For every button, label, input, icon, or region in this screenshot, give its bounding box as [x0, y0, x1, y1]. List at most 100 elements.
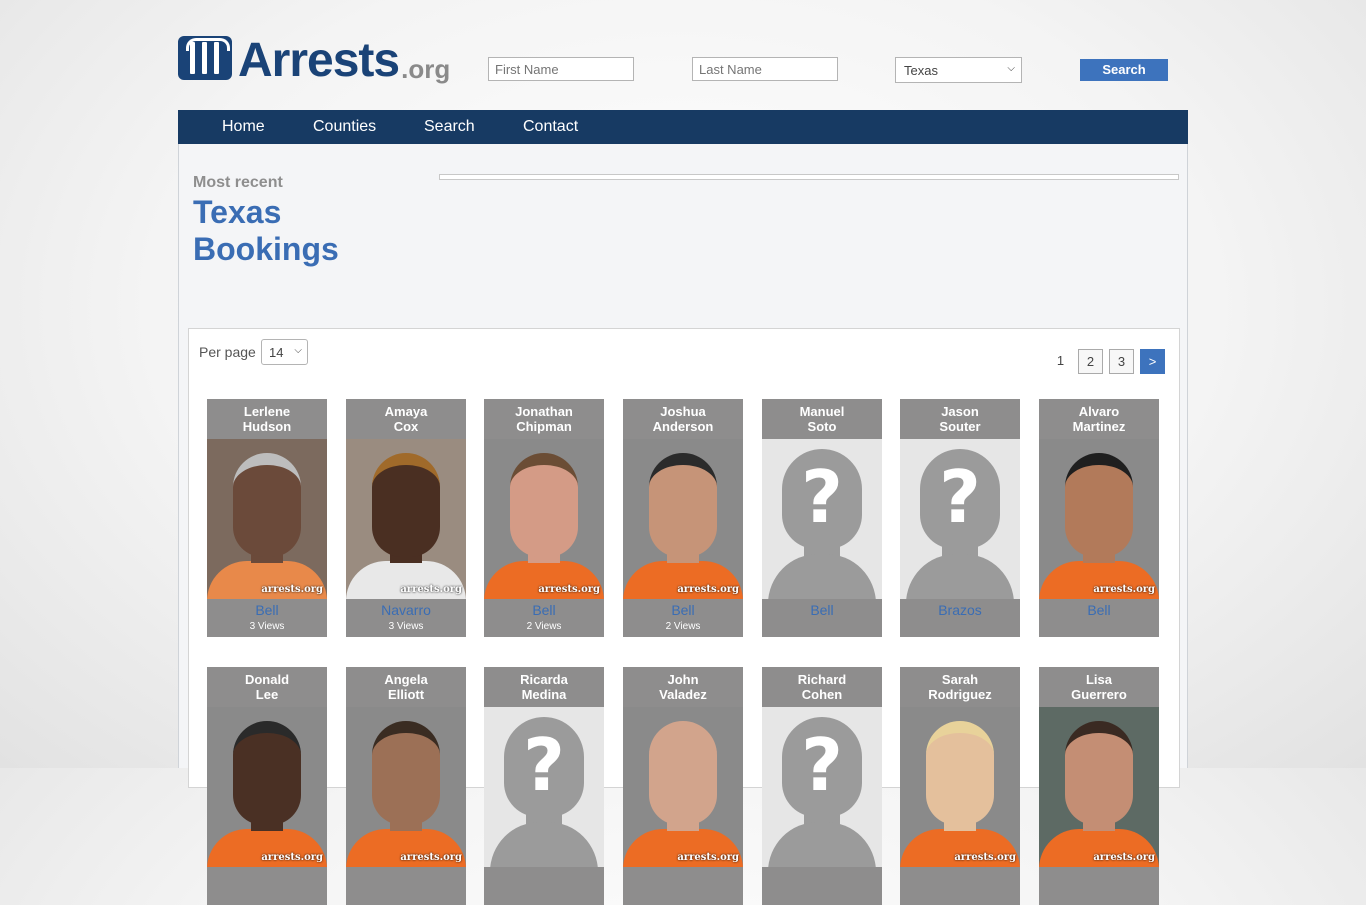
booking-last-name: Lee [255, 687, 279, 702]
booking-county-link[interactable]: Bell [484, 599, 604, 619]
logo-wordmark: Arrests [238, 34, 400, 87]
chevron-down-icon: ⌵ [294, 345, 302, 356]
booking-name[interactable]: Sarah Rodriguez [900, 667, 1020, 707]
booking-county-link[interactable]: Brazos [900, 599, 1020, 619]
booking-card[interactable]: Jason Souter? Brazos [900, 399, 1020, 637]
booking-card[interactable]: Richard Cohen? [762, 667, 882, 905]
booking-name[interactable]: Jason Souter [900, 399, 1020, 439]
page-link-2[interactable]: 2 [1078, 349, 1103, 374]
booking-card[interactable]: Lerlene Hudson arrests.org Bell 3 Views [207, 399, 327, 637]
booking-name[interactable]: Manuel Soto [762, 399, 882, 439]
booking-view-count: 2 Views [526, 621, 562, 632]
booking-county-link[interactable]: Bell [762, 599, 882, 619]
booking-name[interactable]: Angela Elliott [346, 667, 466, 707]
placeholder-silhouette-icon[interactable]: ? [900, 439, 1020, 599]
mugshot-face [510, 453, 578, 557]
mugshot-photo[interactable]: arrests.org [623, 707, 743, 867]
booking-first-name: Richard [797, 672, 847, 687]
booking-last-name: Anderson [652, 419, 714, 434]
main-nav: Home Counties Search Contact [178, 110, 1188, 144]
booking-card[interactable]: Angela Elliott arrests.org [346, 667, 466, 905]
mugshot-photo[interactable]: arrests.org [484, 439, 604, 599]
nav-counties[interactable]: Counties [313, 110, 376, 144]
booking-county-link[interactable]: Navarro [346, 599, 466, 619]
search-button[interactable]: Search [1080, 59, 1168, 81]
booking-county-link[interactable] [900, 867, 1020, 887]
silhouette-shape [490, 822, 598, 867]
booking-name[interactable]: Jonathan Chipman [484, 399, 604, 439]
booking-county-link[interactable] [484, 867, 604, 887]
booking-county-link[interactable] [207, 867, 327, 887]
state-select-value: Texas [904, 63, 938, 78]
booking-name[interactable]: Lerlene Hudson [207, 399, 327, 439]
silhouette-shape [768, 554, 876, 599]
booking-card[interactable]: Ricarda Medina? [484, 667, 604, 905]
booking-card[interactable]: Donald Lee arrests.org [207, 667, 327, 905]
site-logo[interactable]: Arrests .org [178, 34, 450, 87]
booking-first-name: Ricarda [520, 672, 568, 687]
per-page-select[interactable]: 14 ⌵ [261, 339, 308, 365]
mugshot-face [926, 721, 994, 825]
first-name-input[interactable] [488, 57, 634, 81]
booking-first-name: Jonathan [515, 404, 573, 419]
mugshot-photo[interactable]: arrests.org [1039, 707, 1159, 867]
booking-county-link[interactable] [346, 867, 466, 887]
booking-name[interactable]: Ricarda Medina [484, 667, 604, 707]
placeholder-silhouette-icon[interactable]: ? [762, 439, 882, 599]
main-content: Most recent Texas Bookings Per page 14 ⌵… [178, 144, 1188, 905]
handcuff-logo-icon [178, 36, 232, 80]
mugshot-photo[interactable]: arrests.org [346, 707, 466, 867]
booking-county-link[interactable] [762, 867, 882, 887]
silhouette-shape [906, 554, 1014, 599]
booking-last-name: Cohen [801, 687, 843, 702]
booking-name[interactable]: John Valadez [623, 667, 743, 707]
booking-first-name: Lerlene [243, 404, 291, 419]
booking-name[interactable]: Amaya Cox [346, 399, 466, 439]
booking-name[interactable]: Joshua Anderson [623, 399, 743, 439]
booking-last-name: Elliott [387, 687, 425, 702]
booking-name[interactable]: Lisa Guerrero [1039, 667, 1159, 707]
booking-card[interactable]: Jonathan Chipman arrests.org Bell 2 Views [484, 399, 604, 637]
booking-view-count [346, 887, 466, 905]
watermark-text: arrests.org [677, 852, 739, 863]
state-select[interactable]: Texas ⌵ [895, 57, 1022, 83]
booking-last-name: Valadez [659, 687, 707, 702]
placeholder-silhouette-icon[interactable]: ? [762, 707, 882, 867]
silhouette-shape [768, 822, 876, 867]
booking-county-link[interactable] [623, 867, 743, 887]
booking-card[interactable]: Lisa Guerrero arrests.org [1039, 667, 1159, 905]
booking-card[interactable]: Manuel Soto? Bell [762, 399, 882, 637]
booking-first-name: Sarah [941, 672, 979, 687]
booking-view-count [762, 887, 882, 905]
mugshot-photo[interactable]: arrests.org [623, 439, 743, 599]
booking-name[interactable]: Alvaro Martinez [1039, 399, 1159, 439]
booking-last-name: Souter [939, 419, 981, 434]
placeholder-silhouette-icon[interactable]: ? [484, 707, 604, 867]
booking-card[interactable]: Joshua Anderson arrests.org Bell 2 Views [623, 399, 743, 637]
question-mark-icon: ? [939, 455, 981, 539]
mugshot-face [649, 453, 717, 557]
booking-name[interactable]: Donald Lee [207, 667, 327, 707]
booking-card[interactable]: Amaya Cox arrests.org Navarro 3 Views [346, 399, 466, 637]
booking-county-link[interactable]: Bell [1039, 599, 1159, 619]
next-page-button[interactable]: > [1140, 349, 1165, 374]
booking-card[interactable]: Sarah Rodriguez arrests.org [900, 667, 1020, 905]
booking-county-link[interactable]: Bell [623, 599, 743, 619]
mugshot-photo[interactable]: arrests.org [1039, 439, 1159, 599]
booking-name[interactable]: Richard Cohen [762, 667, 882, 707]
nav-search[interactable]: Search [424, 110, 475, 144]
booking-county-link[interactable] [1039, 867, 1159, 887]
booking-first-name: Angela [384, 672, 428, 687]
mugshot-face [372, 453, 440, 557]
mugshot-photo[interactable]: arrests.org [207, 439, 327, 599]
mugshot-photo[interactable]: arrests.org [346, 439, 466, 599]
nav-contact[interactable]: Contact [523, 110, 578, 144]
booking-card[interactable]: Alvaro Martinez arrests.org Bell [1039, 399, 1159, 637]
booking-county-link[interactable]: Bell [207, 599, 327, 619]
last-name-input[interactable] [692, 57, 838, 81]
mugshot-photo[interactable]: arrests.org [207, 707, 327, 867]
page-link-3[interactable]: 3 [1109, 349, 1134, 374]
booking-card[interactable]: John Valadez arrests.org [623, 667, 743, 905]
mugshot-photo[interactable]: arrests.org [900, 707, 1020, 867]
nav-home[interactable]: Home [222, 110, 265, 144]
